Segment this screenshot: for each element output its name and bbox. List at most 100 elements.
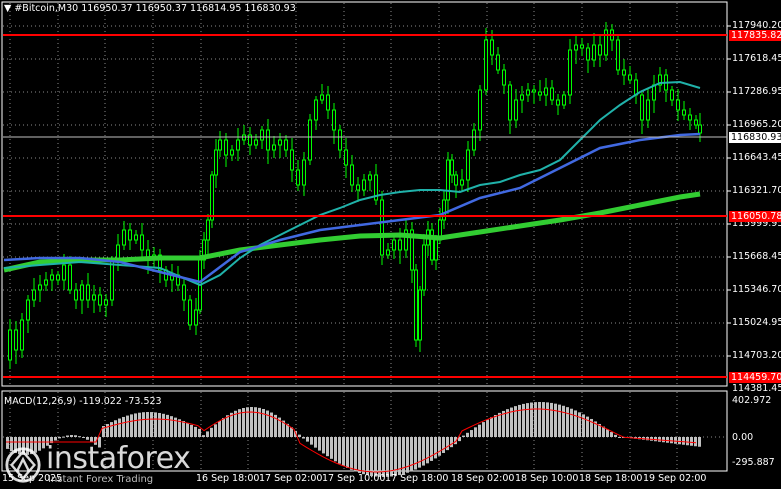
- candle-body: [670, 89, 674, 101]
- macd-bar: [162, 413, 165, 437]
- macd-bar: [194, 426, 197, 437]
- macd-bar: [254, 407, 257, 437]
- candle-body: [434, 239, 438, 261]
- candle-body: [218, 139, 222, 151]
- candle-body: [350, 164, 354, 186]
- macd-bar: [606, 429, 609, 437]
- candle-body: [338, 129, 342, 151]
- macd-bar: [478, 424, 481, 437]
- macd-bar: [470, 430, 473, 437]
- macd-bar: [326, 437, 329, 457]
- macd-bar: [342, 437, 345, 466]
- macd-bar: [670, 437, 673, 444]
- candle-body: [266, 129, 270, 151]
- candle-body: [296, 169, 300, 186]
- candle-body: [326, 94, 330, 111]
- macd-bar: [382, 437, 385, 477]
- macd-bar: [450, 437, 453, 448]
- time-label: 17 Sep 18:00: [385, 473, 449, 484]
- macd-bar: [486, 419, 489, 437]
- macd-bar: [674, 437, 677, 444]
- candle-body: [92, 294, 96, 301]
- macd-bar: [418, 437, 421, 468]
- macd-bar: [358, 437, 361, 473]
- macd-bar: [430, 437, 433, 461]
- candle-body: [598, 44, 602, 56]
- lower-level-label: 114459.70: [729, 372, 781, 383]
- macd-bar: [658, 437, 661, 442]
- candle-body: [74, 289, 78, 301]
- candle-body: [32, 289, 36, 301]
- macd-bar: [150, 412, 153, 437]
- ohlc-label: 116950.37 116950.37 116814.95 116830.93: [81, 3, 296, 14]
- macd-bar: [446, 437, 449, 451]
- chart-window[interactable]: ▼ #Bitcoin,M30 116950.37 116950.37 11681…: [0, 0, 781, 489]
- macd-label: 0.00: [732, 432, 754, 443]
- macd-bar: [574, 410, 577, 437]
- macd-bar: [378, 437, 381, 477]
- current-price-label: 116830.93: [729, 132, 781, 143]
- macd-bar: [542, 402, 545, 437]
- macd-bar: [302, 437, 305, 439]
- candle-body: [386, 249, 390, 256]
- macd-bar: [146, 412, 149, 437]
- macd-bar: [62, 436, 65, 438]
- candle-body: [454, 174, 458, 186]
- macd-bar: [686, 437, 689, 446]
- candle-body: [628, 74, 632, 81]
- candle-body: [302, 159, 306, 186]
- candle-body: [604, 29, 608, 56]
- candle-body: [640, 94, 644, 121]
- candle-body: [86, 284, 90, 301]
- candle-body: [254, 139, 258, 146]
- macd-bar: [610, 432, 613, 437]
- macd-bar: [78, 436, 81, 438]
- macd-bar: [354, 437, 357, 472]
- macd-title: MACD(12,26,9) -119.022 -73.523: [4, 396, 162, 407]
- macd-bar: [310, 437, 313, 445]
- macd-bar: [414, 437, 417, 470]
- macd-bar: [58, 437, 61, 439]
- macd-bar: [170, 416, 173, 437]
- price-label: 114703.20: [732, 350, 781, 361]
- macd-bar: [578, 412, 581, 437]
- macd-bar: [502, 410, 505, 437]
- macd-bar: [118, 418, 121, 437]
- time-label: 18 Sep 10:00: [515, 473, 579, 484]
- candle-body: [44, 279, 48, 286]
- macd-bar: [494, 414, 497, 437]
- title-arrow-icon: ▼: [4, 3, 12, 14]
- macd-label: -295.887: [732, 457, 775, 468]
- macd-bar: [362, 437, 365, 475]
- time-label: 17 Sep 02:00: [259, 473, 323, 484]
- macd-bar: [190, 424, 193, 437]
- candle-body: [562, 94, 566, 106]
- price-chart[interactable]: [0, 0, 781, 389]
- candle-body: [580, 44, 584, 49]
- candle-body: [532, 89, 536, 93]
- candle-body: [8, 329, 12, 361]
- macd-bar: [214, 424, 217, 437]
- macd-bar: [666, 437, 669, 443]
- candle-body: [694, 119, 698, 126]
- macd-bar: [530, 402, 533, 437]
- candle-body: [314, 99, 318, 121]
- candle-body: [332, 109, 336, 131]
- candle-body: [568, 49, 572, 96]
- macd-bar: [70, 435, 73, 437]
- price-label: 116643.45: [732, 152, 781, 163]
- candle-body: [484, 39, 488, 91]
- macd-bar: [154, 412, 157, 437]
- macd-bar: [82, 437, 85, 438]
- candle-body: [260, 129, 264, 141]
- candle-body: [380, 199, 384, 256]
- macd-bar: [350, 437, 353, 470]
- macd-bar: [166, 414, 169, 437]
- candle-body: [422, 244, 426, 291]
- price-label: 115024.95: [732, 317, 781, 328]
- candle-body: [418, 289, 422, 341]
- macd-bar: [338, 437, 341, 464]
- candle-body: [556, 99, 560, 106]
- candle-body: [230, 149, 234, 156]
- macd-bar: [130, 414, 133, 437]
